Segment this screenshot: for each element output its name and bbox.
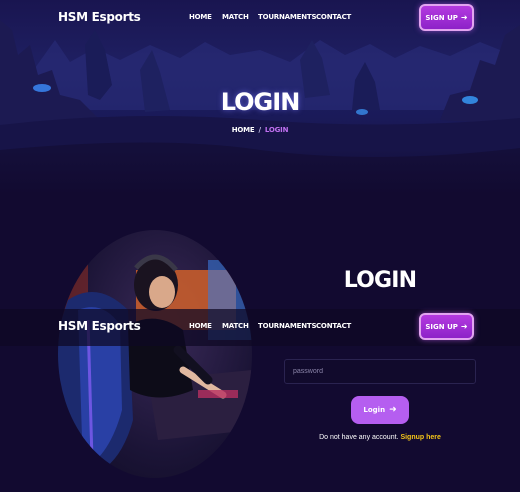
nav-home[interactable]: HOME xyxy=(189,13,212,21)
signup-button-label: SIGN UP xyxy=(425,13,458,22)
signup-note-text: Do not have any account. xyxy=(319,434,399,441)
arrow-right-icon: ➜ xyxy=(460,321,468,331)
breadcrumb-home[interactable]: HOME xyxy=(232,126,255,134)
sticky-nav-match[interactable]: MATCH xyxy=(222,322,249,330)
login-button-label: Login xyxy=(363,406,386,414)
signup-note: Do not have any account. Signup here xyxy=(280,434,480,441)
sticky-signup-button[interactable]: SIGN UP ➜ xyxy=(419,313,474,340)
brand-logo[interactable]: HSM Esports xyxy=(58,10,141,24)
sticky-nav-tournaments[interactable]: TOURNAMENTS xyxy=(258,322,317,330)
sticky-brand-logo[interactable]: HSM Esports xyxy=(58,319,141,333)
login-form-title: LOGIN xyxy=(343,268,417,293)
signup-link[interactable]: Signup here xyxy=(400,434,440,441)
site-header: HSM Esports HOME MATCH TOURNAMENTS CONTA… xyxy=(0,0,520,36)
signup-button[interactable]: SIGN UP ➜ xyxy=(419,4,474,31)
gamer-photo xyxy=(58,230,252,478)
nav-match[interactable]: MATCH xyxy=(222,13,249,21)
breadcrumb-separator: / xyxy=(258,126,262,134)
password-input[interactable] xyxy=(284,359,476,384)
breadcrumb-current: LOGIN xyxy=(264,126,289,134)
sticky-header: HSM Esports HOME MATCH TOURNAMENTS CONTA… xyxy=(0,309,520,346)
sticky-signup-button-label: SIGN UP xyxy=(425,322,458,331)
hero-banner: HSM Esports HOME MATCH TOURNAMENTS CONTA… xyxy=(0,0,520,195)
sticky-nav-home[interactable]: HOME xyxy=(189,322,212,330)
nav-contact[interactable]: CONTACT xyxy=(316,13,351,21)
arrow-right-icon: ➜ xyxy=(460,12,468,22)
breadcrumb: HOME / LOGIN xyxy=(0,126,520,134)
login-button[interactable]: Login ➜ xyxy=(351,396,409,424)
sticky-nav-contact[interactable]: CONTACT xyxy=(316,322,351,330)
arrow-right-icon: ➜ xyxy=(389,404,397,415)
page-title: LOGIN xyxy=(220,88,301,116)
nav-tournaments[interactable]: TOURNAMENTS xyxy=(258,13,317,21)
